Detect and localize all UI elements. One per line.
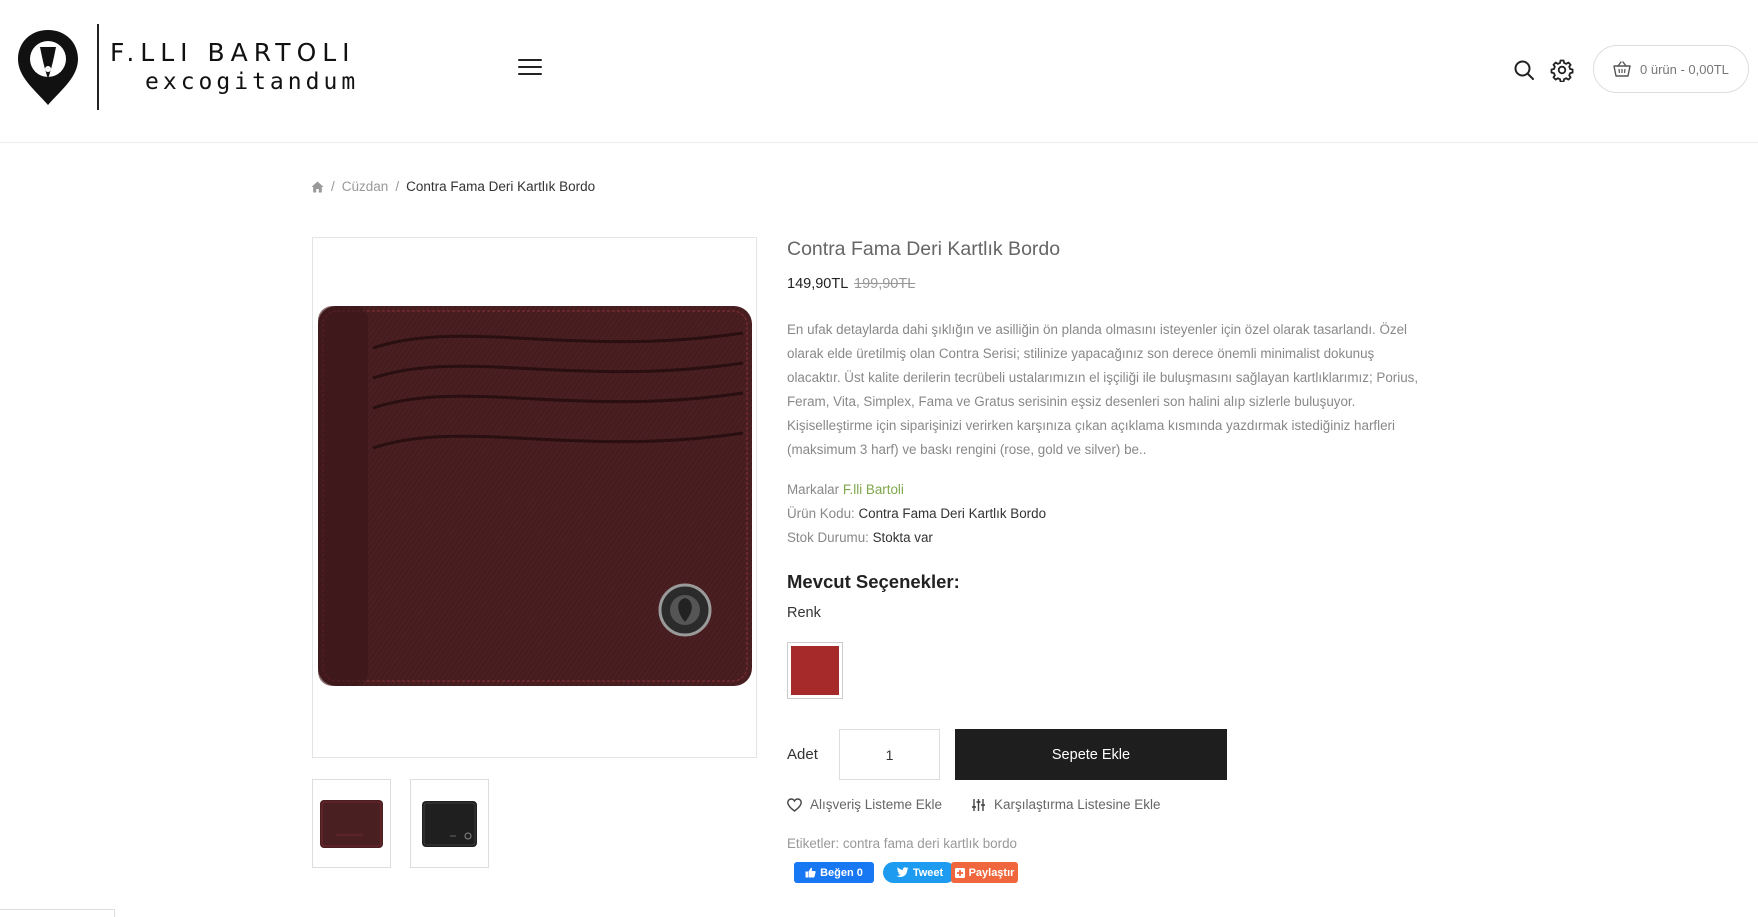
- quantity-label: Adet: [787, 746, 818, 763]
- color-swatch-fill: [791, 646, 839, 695]
- twitter-bird-icon: [896, 867, 909, 878]
- share-button[interactable]: Paylaştır: [951, 862, 1018, 883]
- brand-link[interactable]: F.lli Bartoli: [843, 482, 904, 497]
- logo-divider: [97, 24, 99, 110]
- cart-summary: 0 ürün - 0,00TL: [1640, 61, 1729, 77]
- product-tags: Etiketler: contra fama deri kartlık bord…: [787, 836, 1017, 851]
- price-current: 149,90TL: [787, 276, 849, 292]
- site-header: F.LLI BARTOLI excogitandum 0 ürün - 0,00…: [0, 0, 1758, 143]
- product-description: En ufak detaylarda dahi şıklığın ve asil…: [787, 322, 1419, 457]
- options-heading: Mevcut Seçenekler:: [787, 571, 960, 592]
- home-icon[interactable]: [311, 181, 324, 193]
- facebook-like-label: Beğen 0: [820, 866, 863, 879]
- thumbnail-image: [320, 799, 383, 848]
- meta-brand-label: Markalar: [787, 482, 840, 497]
- quantity-input[interactable]: [839, 729, 940, 780]
- breadcrumb-separator: /: [395, 179, 400, 194]
- brand-name[interactable]: F.LLI BARTOLI: [110, 38, 356, 67]
- hamburger-menu-icon[interactable]: [518, 59, 542, 77]
- thumbs-up-icon: [805, 867, 816, 878]
- meta-stock: Stok Durumu: Stokta var: [787, 530, 933, 545]
- gear-icon[interactable]: [1550, 58, 1574, 82]
- breadcrumb-link-cuzdan[interactable]: Cüzdan: [342, 179, 389, 194]
- wishlist-label: Alışveriş Listeme Ekle: [810, 797, 943, 812]
- heart-icon: [787, 797, 802, 812]
- add-to-wishlist-link[interactable]: Alışveriş Listeme Ekle: [787, 797, 942, 812]
- meta-stock-value: Stokta var: [872, 530, 933, 545]
- product-title: Contra Fama Deri Kartlık Bordo: [787, 238, 1061, 260]
- facebook-like-button[interactable]: Beğen 0: [794, 862, 874, 883]
- meta-code-label: Ürün Kodu:: [787, 506, 855, 521]
- sliders-icon: [972, 798, 985, 811]
- color-swatch-bordo[interactable]: [787, 642, 843, 699]
- basket-icon: [1613, 61, 1631, 77]
- cart-button[interactable]: 0 ürün - 0,00TL: [1593, 45, 1749, 93]
- tweet-label: Tweet: [912, 866, 944, 879]
- price-old: 199,90TL: [854, 276, 916, 292]
- tags-label: Etiketler:: [787, 836, 840, 851]
- share-label: Paylaştır: [968, 866, 1015, 879]
- product-main-image[interactable]: [312, 237, 757, 758]
- tweet-button[interactable]: Tweet: [883, 862, 956, 883]
- breadcrumb-current[interactable]: Contra Fama Deri Kartlık Bordo: [406, 179, 595, 194]
- wallet-image: [318, 306, 752, 686]
- bottom-tab: [0, 909, 115, 917]
- search-icon[interactable]: [1513, 59, 1535, 81]
- plus-icon: [954, 867, 965, 878]
- meta-brand: Markalar F.lli Bartoli: [787, 482, 904, 497]
- tag-link[interactable]: contra fama deri kartlık bordo: [843, 836, 1017, 851]
- meta-code-value: Contra Fama Deri Kartlık Bordo: [858, 506, 1047, 521]
- add-to-compare-link[interactable]: Karşılaştırma Listesine Ekle: [971, 797, 1161, 812]
- thumbnail-bordo[interactable]: [312, 779, 391, 868]
- meta-stock-label: Stok Durumu:: [787, 530, 869, 545]
- brand-tagline[interactable]: excogitandum: [145, 69, 359, 95]
- thumbnail-siyah[interactable]: [410, 779, 489, 868]
- meta-product-code: Ürün Kodu: Contra Fama Deri Kartlık Bord…: [787, 506, 1046, 521]
- add-to-cart-button[interactable]: Sepete Ekle: [955, 729, 1227, 780]
- breadcrumb-separator: /: [331, 179, 335, 194]
- compare-label: Karşılaştırma Listesine Ekle: [994, 797, 1161, 812]
- breadcrumb: / Cüzdan / Contra Fama Deri Kartlık Bord…: [311, 179, 595, 194]
- brand-logo-icon[interactable]: [16, 27, 80, 107]
- option-label-color: Renk: [787, 605, 821, 621]
- thumbnail-image: [422, 800, 477, 847]
